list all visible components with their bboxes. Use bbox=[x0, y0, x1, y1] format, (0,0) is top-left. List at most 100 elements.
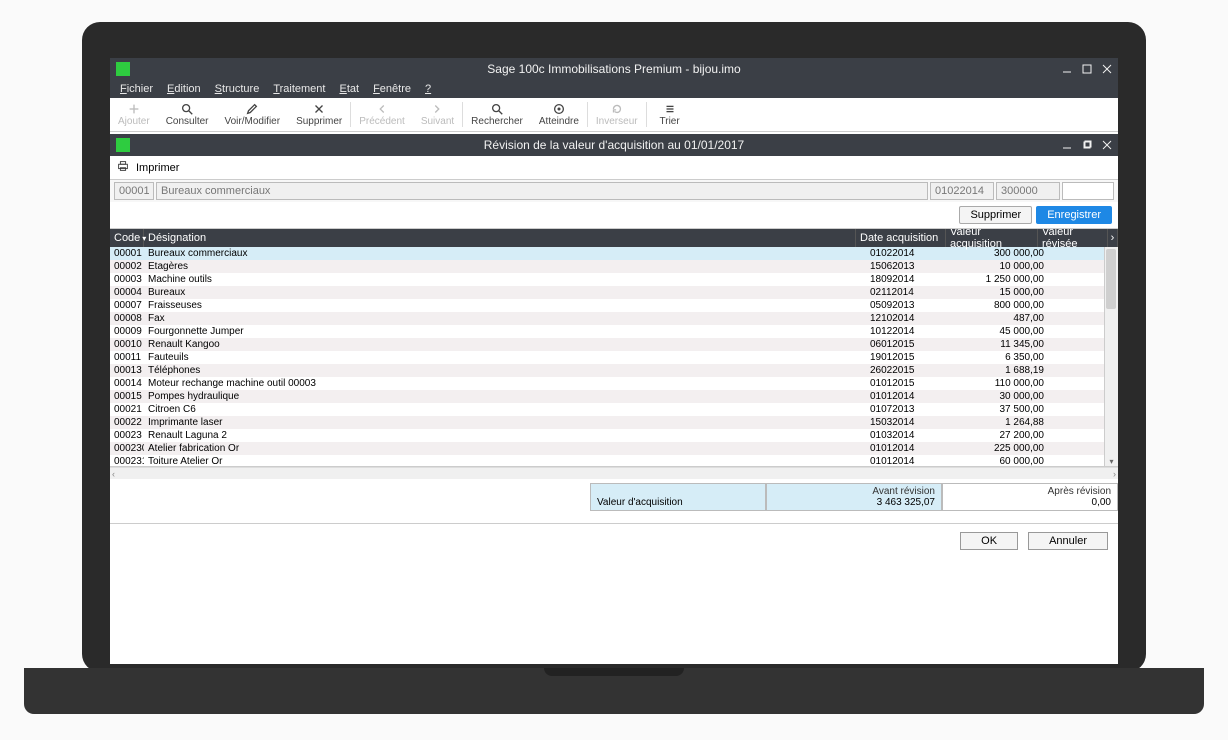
cell-date: 01022014 bbox=[866, 248, 956, 259]
table-row[interactable]: 00003Machine outils180920141 250 000,00 bbox=[110, 273, 1118, 286]
cell-designation: Bureaux commerciaux bbox=[144, 248, 866, 259]
cell-date: 15032014 bbox=[866, 417, 956, 428]
app-logo-icon bbox=[116, 62, 130, 76]
cell-valeur-acquisition: 110 000,00 bbox=[956, 378, 1048, 389]
table-row[interactable]: 00015Pompes hydraulique0101201430 000,00 bbox=[110, 390, 1118, 403]
close-button[interactable] bbox=[1100, 62, 1114, 76]
table-row[interactable]: 00010Renault Kangoo0601201511 345,00 bbox=[110, 338, 1118, 351]
toolbar-supprimer-button[interactable]: Supprimer bbox=[288, 98, 350, 131]
dialog-button-row: OK Annuler bbox=[110, 523, 1118, 558]
toolbar-trier-button[interactable]: Trier bbox=[647, 98, 693, 131]
filter-date-input bbox=[930, 182, 994, 200]
sub-restore-button[interactable] bbox=[1080, 138, 1094, 152]
app-screen: Sage 100c Immobilisations Premium - bijo… bbox=[110, 58, 1118, 664]
menu-fichier[interactable]: Fichier bbox=[114, 82, 159, 96]
filter-revisee-input[interactable] bbox=[1062, 182, 1114, 200]
form-action-row: Supprimer Enregistrer bbox=[110, 202, 1118, 229]
ok-button[interactable]: OK bbox=[960, 532, 1018, 550]
cell-designation: Moteur rechange machine outil 00003 bbox=[144, 378, 866, 389]
cell-valeur-acquisition: 27 200,00 bbox=[956, 430, 1048, 441]
table-row[interactable]: 00023Renault Laguna 20103201427 200,00 bbox=[110, 429, 1118, 442]
supprimer-button[interactable]: Supprimer bbox=[959, 206, 1032, 224]
table-row[interactable]: 000230Atelier fabrication Or01012014225 … bbox=[110, 442, 1118, 455]
maximize-button[interactable] bbox=[1080, 62, 1094, 76]
scroll-thumb[interactable] bbox=[1106, 249, 1116, 309]
col-header-code[interactable]: Code bbox=[110, 229, 144, 247]
menu-fentre[interactable]: Fenêtre bbox=[367, 82, 417, 96]
cell-code: 00015 bbox=[110, 391, 144, 402]
cell-code: 00002 bbox=[110, 261, 144, 272]
pencil-icon bbox=[245, 102, 259, 116]
vertical-scrollbar[interactable]: ▴ ▾ bbox=[1104, 247, 1118, 466]
menu-[interactable]: ? bbox=[419, 82, 437, 96]
sub-close-button[interactable] bbox=[1100, 138, 1114, 152]
summary-label: Valeur d'acquisition bbox=[597, 497, 759, 508]
cell-code: 00001 bbox=[110, 248, 144, 259]
cell-date: 06012015 bbox=[866, 339, 956, 350]
cell-date: 01012014 bbox=[866, 443, 956, 454]
arrow-left-icon bbox=[375, 102, 389, 116]
cell-code: 00003 bbox=[110, 274, 144, 285]
print-label[interactable]: Imprimer bbox=[136, 162, 179, 174]
sub-minimize-button[interactable] bbox=[1060, 138, 1074, 152]
cell-date: 05092013 bbox=[866, 300, 956, 311]
cell-date: 19012015 bbox=[866, 352, 956, 363]
table-row[interactable]: 00011Fauteuils190120156 350,00 bbox=[110, 351, 1118, 364]
cell-valeur-acquisition: 11 345,00 bbox=[956, 339, 1048, 350]
menubar: FichierEditionStructureTraitementEtatFen… bbox=[110, 80, 1118, 98]
toolbar-ajouter-button: Ajouter bbox=[110, 98, 158, 131]
cell-code: 00007 bbox=[110, 300, 144, 311]
minimize-button[interactable] bbox=[1060, 62, 1074, 76]
enregistrer-button[interactable]: Enregistrer bbox=[1036, 206, 1112, 224]
table-body[interactable]: 00001Bureaux commerciaux01022014300 000,… bbox=[110, 247, 1118, 466]
summary-apres-label: Après révision bbox=[949, 486, 1111, 497]
search-icon bbox=[180, 102, 194, 116]
table-row[interactable]: 00007Fraisseuses05092013800 000,00 bbox=[110, 299, 1118, 312]
toolbar-rechercher-button[interactable]: Rechercher bbox=[463, 98, 531, 131]
menu-structure[interactable]: Structure bbox=[209, 82, 266, 96]
cell-valeur-acquisition: 800 000,00 bbox=[956, 300, 1048, 311]
plus-icon bbox=[127, 102, 141, 116]
menu-edition[interactable]: Edition bbox=[161, 82, 207, 96]
table-row[interactable]: 00004Bureaux0211201415 000,00 bbox=[110, 286, 1118, 299]
annuler-button[interactable]: Annuler bbox=[1028, 532, 1108, 550]
cell-designation: Atelier fabrication Or bbox=[144, 443, 866, 454]
window-title: Sage 100c Immobilisations Premium - bijo… bbox=[110, 62, 1118, 76]
laptop-frame: Sage 100c Immobilisations Premium - bijo… bbox=[82, 22, 1146, 672]
summary-label-cell: Valeur d'acquisition bbox=[590, 483, 766, 511]
table-row[interactable]: 00021Citroen C60107201337 500,00 bbox=[110, 403, 1118, 416]
table-row[interactable]: 00009Fourgonnette Jumper1012201445 000,0… bbox=[110, 325, 1118, 338]
summary-avant-label: Avant révision bbox=[773, 486, 935, 497]
cell-date: 01012014 bbox=[866, 456, 956, 466]
cell-code: 00013 bbox=[110, 365, 144, 376]
col-header-valeur-acquisition[interactable]: Valeur acquisition bbox=[946, 229, 1038, 247]
table-row[interactable]: 000231Toiture Atelier Or0101201460 000,0… bbox=[110, 455, 1118, 466]
filter-valeur-input bbox=[996, 182, 1060, 200]
cell-designation: Téléphones bbox=[144, 365, 866, 376]
menu-etat[interactable]: Etat bbox=[333, 82, 365, 96]
table-row[interactable]: 00014Moteur rechange machine outil 00003… bbox=[110, 377, 1118, 390]
toolbar-consulter-button[interactable]: Consulter bbox=[158, 98, 217, 131]
toolbar-voir-modifier-button[interactable]: Voir/Modifier bbox=[217, 98, 289, 131]
menu-traitement[interactable]: Traitement bbox=[267, 82, 331, 96]
cell-valeur-acquisition: 487,00 bbox=[956, 313, 1048, 324]
summary-avant-value: 3 463 325,07 bbox=[773, 497, 935, 508]
cell-code: 00004 bbox=[110, 287, 144, 298]
cell-code: 00009 bbox=[110, 326, 144, 337]
table-row[interactable]: 00002Etagères1506201310 000,00 bbox=[110, 260, 1118, 273]
col-header-more[interactable]: › bbox=[1108, 229, 1118, 247]
horizontal-scrollbar[interactable]: ‹› bbox=[110, 467, 1118, 479]
col-header-designation[interactable]: Désignation bbox=[144, 229, 856, 247]
cell-designation: Citroen C6 bbox=[144, 404, 866, 415]
table-row[interactable]: 00013Téléphones260220151 688,19 bbox=[110, 364, 1118, 377]
cell-valeur-acquisition: 1 688,19 bbox=[956, 365, 1048, 376]
col-header-date[interactable]: Date acquisition bbox=[856, 229, 946, 247]
cell-code: 00011 bbox=[110, 352, 144, 363]
table-row[interactable]: 00008Fax12102014487,00 bbox=[110, 312, 1118, 325]
cell-code: 00014 bbox=[110, 378, 144, 389]
cell-code: 00022 bbox=[110, 417, 144, 428]
col-header-valeur-revisee[interactable]: Valeur révisée bbox=[1038, 229, 1108, 247]
table-row[interactable]: 00022Imprimante laser150320141 264,88 bbox=[110, 416, 1118, 429]
toolbar-atteindre-button[interactable]: Atteindre bbox=[531, 98, 587, 131]
cell-designation: Toiture Atelier Or bbox=[144, 456, 866, 466]
